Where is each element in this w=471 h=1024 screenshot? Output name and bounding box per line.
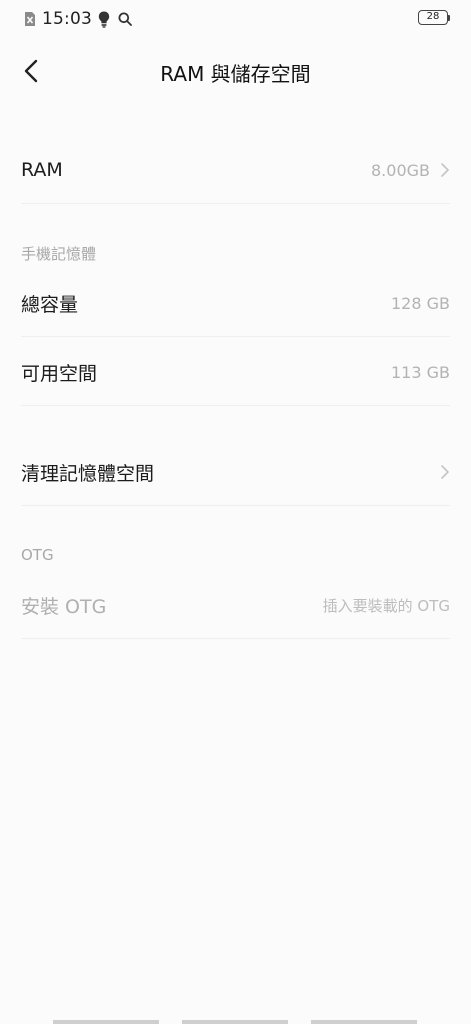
total-capacity-value: 128 GB [391, 293, 450, 313]
ram-right: 8.00GB [371, 161, 450, 180]
battery-tip [448, 14, 450, 21]
ram-value: 8.00GB [371, 160, 430, 180]
lightbulb-icon [98, 11, 110, 28]
install-otg-hint: 插入要裝載的 OTG [322, 596, 450, 615]
battery-indicator: 28 [418, 10, 450, 25]
available-space-row: 可用空間 113 GB [21, 339, 450, 406]
ram-label: RAM [21, 159, 63, 181]
clean-storage-row[interactable]: 清理記憶體空間 [21, 439, 450, 506]
clean-storage-label: 清理記憶體空間 [21, 462, 155, 485]
page-title: RAM 與儲存空間 [160, 62, 311, 86]
battery-level: 28 [418, 10, 448, 25]
available-space-label: 可用空間 [21, 362, 98, 385]
status-time: 15:03 [42, 9, 92, 29]
total-capacity-row: 總容量 128 GB [21, 270, 450, 337]
ram-row[interactable]: RAM 8.00GB [21, 137, 450, 204]
search-icon [118, 12, 132, 26]
chevron-right-icon [441, 465, 449, 479]
gesture-bar-left[interactable] [53, 1020, 159, 1024]
chevron-right-icon [441, 163, 449, 177]
status-bar: 15:03 28 [0, 0, 471, 38]
install-otg-label: 安裝 OTG [21, 595, 107, 618]
gesture-bar-right[interactable] [311, 1020, 417, 1024]
otg-section-title: OTG [21, 546, 54, 564]
install-otg-row[interactable]: 安裝 OTG 插入要裝載的 OTG [21, 572, 450, 639]
available-space-value: 113 GB [391, 362, 450, 382]
status-left: 15:03 [24, 8, 132, 30]
header: RAM 與儲存空間 [0, 38, 471, 106]
sim-card-icon [25, 12, 35, 26]
total-capacity-label: 總容量 [21, 293, 79, 316]
phone-storage-section-title: 手機記憶體 [21, 245, 97, 263]
gesture-bar-center[interactable] [182, 1020, 288, 1024]
